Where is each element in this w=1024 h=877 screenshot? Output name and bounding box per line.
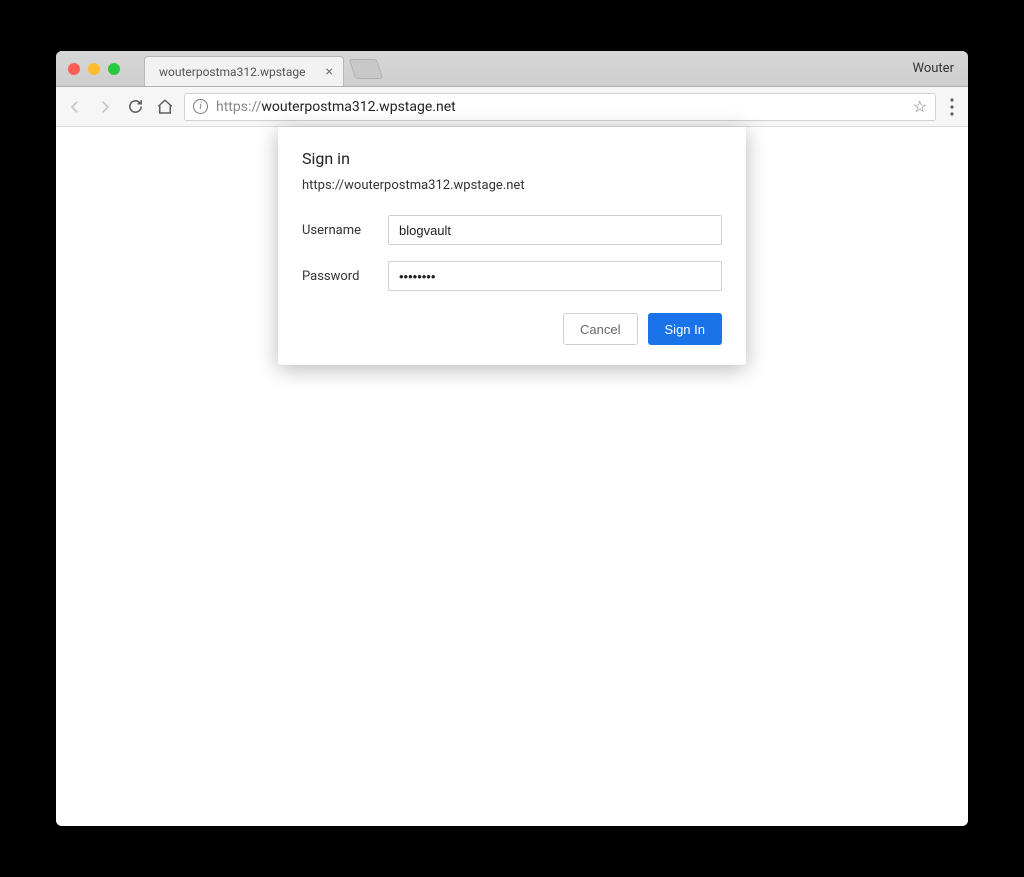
toolbar: i https://wouterpostma312.wpstage.net ☆ [56, 87, 968, 127]
password-input[interactable] [388, 261, 722, 291]
reload-icon[interactable] [126, 98, 144, 116]
back-icon [66, 98, 84, 116]
nav-buttons [66, 98, 174, 116]
minimize-window-icon[interactable] [88, 63, 100, 75]
bookmark-star-icon[interactable]: ☆ [913, 97, 927, 116]
dialog-actions: Cancel Sign In [302, 313, 722, 345]
dialog-host: https://wouterpostma312.wpstage.net [302, 178, 722, 193]
sign-in-button[interactable]: Sign In [648, 313, 722, 345]
http-auth-dialog: Sign in https://wouterpostma312.wpstage.… [278, 127, 746, 365]
profile-name[interactable]: Wouter [913, 61, 954, 76]
cancel-button[interactable]: Cancel [563, 313, 637, 345]
new-tab-button[interactable] [349, 59, 383, 79]
password-label: Password [302, 269, 388, 284]
password-row: Password [302, 261, 722, 291]
viewport: Sign in https://wouterpostma312.wpstage.… [56, 127, 968, 826]
url-text: https://wouterpostma312.wpstage.net [216, 99, 905, 115]
username-row: Username [302, 215, 722, 245]
username-input[interactable] [388, 215, 722, 245]
close-window-icon[interactable] [68, 63, 80, 75]
close-tab-icon[interactable]: × [326, 65, 333, 79]
browser-window: wouterpostma312.wpstage × Wouter i https… [56, 51, 968, 826]
dialog-title: Sign in [302, 149, 722, 168]
home-icon[interactable] [156, 98, 174, 116]
tab-bar: wouterpostma312.wpstage × Wouter [56, 51, 968, 87]
browser-tab[interactable]: wouterpostma312.wpstage × [144, 56, 344, 86]
kebab-menu-icon[interactable] [946, 98, 958, 116]
window-controls [56, 63, 120, 75]
forward-icon [96, 98, 114, 116]
site-info-icon[interactable]: i [193, 99, 208, 114]
username-label: Username [302, 223, 388, 238]
tab-title: wouterpostma312.wpstage [159, 65, 318, 79]
address-bar[interactable]: i https://wouterpostma312.wpstage.net ☆ [184, 93, 936, 121]
maximize-window-icon[interactable] [108, 63, 120, 75]
